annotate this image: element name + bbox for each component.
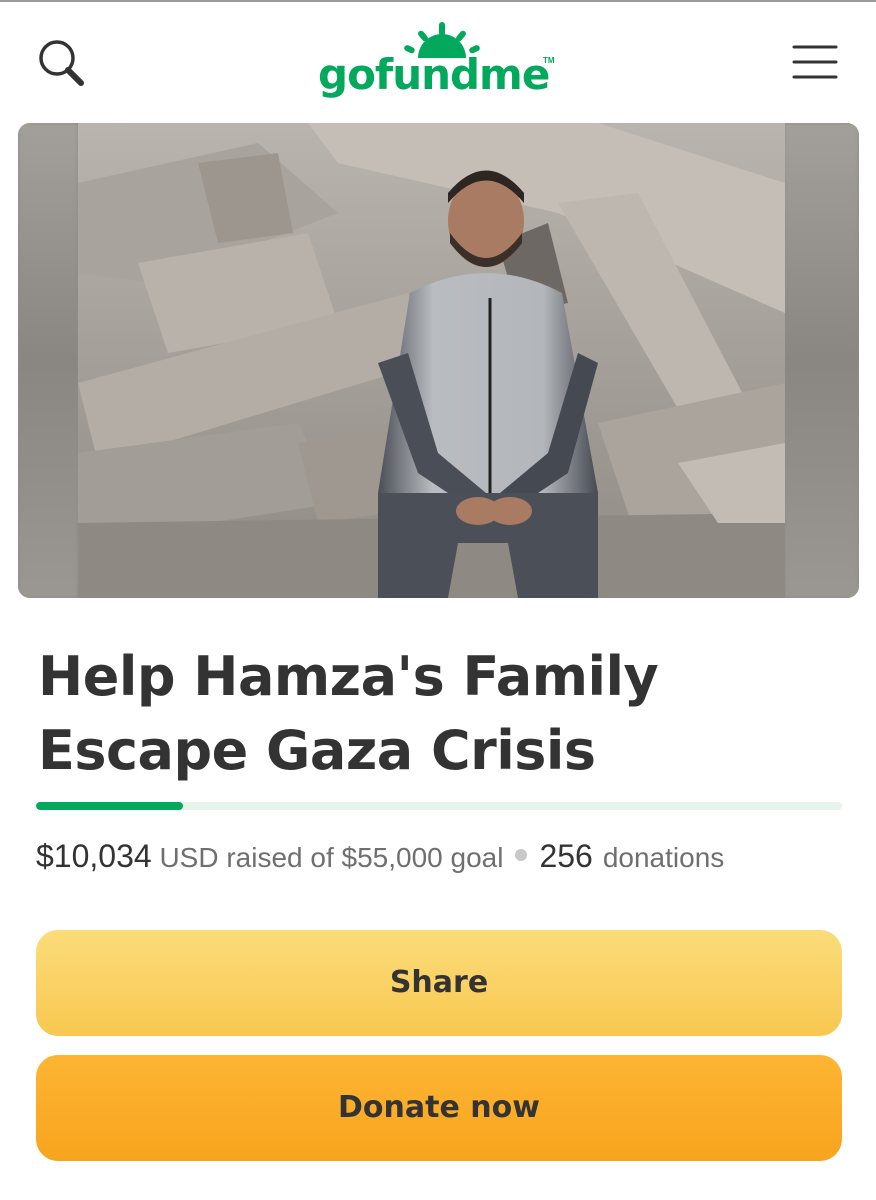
- progress-bar: [36, 802, 842, 810]
- donations-label: donations: [602, 842, 725, 873]
- menu-button[interactable]: [790, 42, 840, 84]
- campaign-title: Help Hamza's Family Escape Gaza Crisis: [38, 645, 659, 782]
- raised-goal-label: USD raised of $55,000 goal: [159, 842, 504, 873]
- gofundme-logo[interactable]: gofundme TM: [318, 20, 562, 110]
- progress-bar-fill: [36, 802, 183, 810]
- raised-amount: $10,034: [36, 838, 152, 874]
- search-button[interactable]: [34, 36, 90, 92]
- donations-count: 256: [539, 838, 593, 874]
- campaign-hero-image[interactable]: [18, 123, 859, 598]
- hero-blur-right: [784, 123, 859, 598]
- share-button[interactable]: Share: [36, 930, 842, 1036]
- hamburger-menu-icon: [792, 45, 838, 79]
- logo-wordmark: gofundme: [318, 50, 550, 99]
- logo-trademark: TM: [543, 56, 555, 65]
- header: gofundme TM: [0, 2, 876, 120]
- search-icon: [39, 40, 84, 86]
- hero-photo: [78, 123, 785, 598]
- hero-blur-left: [18, 123, 78, 598]
- separator-dot: [515, 849, 528, 861]
- raised-goal-text: USD raised of $55,000 goal: [152, 842, 504, 874]
- funding-stats: $10,034 USD raised of $55,000 goal 256 d…: [36, 838, 846, 884]
- donate-now-button[interactable]: Donate now: [36, 1055, 842, 1161]
